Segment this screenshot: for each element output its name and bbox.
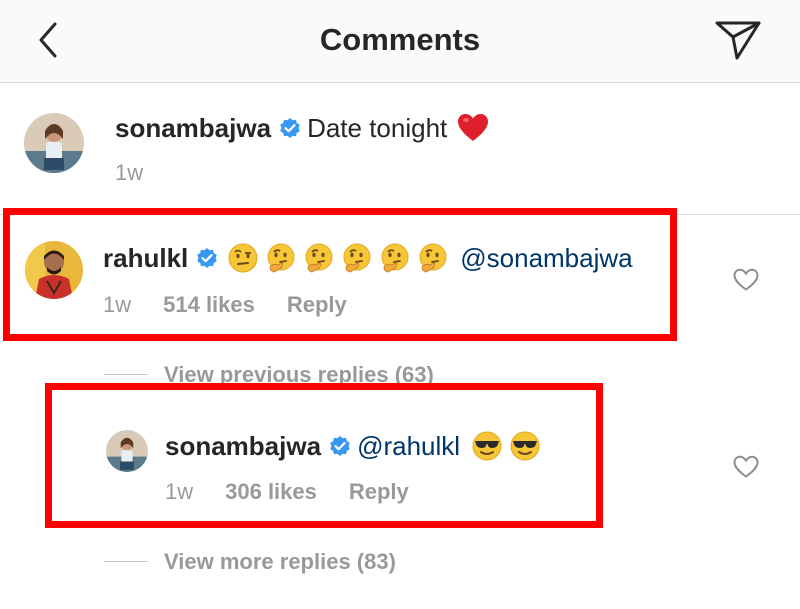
reply-timestamp: 1w: [165, 479, 194, 504]
reply-reply-button[interactable]: Reply: [349, 479, 409, 505]
comment-line: rahulkl @sonambajwa: [103, 243, 633, 273]
thinking-face-emoji-icon: [418, 243, 448, 273]
comment-mention-link[interactable]: @sonambajwa: [460, 244, 632, 273]
caption-line: sonambajwa Date tonight: [115, 113, 497, 143]
thread-line: [104, 561, 148, 562]
share-button[interactable]: [714, 18, 762, 62]
reply-meta: 1w 306 likes Reply: [165, 479, 409, 505]
caption-username[interactable]: sonambajwa: [115, 114, 271, 143]
raised-eyebrow-emoji-icon: [228, 243, 258, 273]
verified-badge-icon: [279, 117, 301, 139]
heart-icon[interactable]: [733, 455, 759, 479]
red-heart-emoji-icon: [457, 113, 489, 143]
divider: [0, 214, 800, 215]
top-bar: Comments: [0, 0, 800, 83]
paper-plane-icon: [715, 21, 761, 60]
avatar[interactable]: [25, 241, 83, 299]
avatar[interactable]: [106, 430, 148, 472]
reply-mention-link[interactable]: @rahulkl: [357, 432, 460, 461]
comment-reply-button[interactable]: Reply: [287, 292, 347, 318]
avatar[interactable]: [24, 113, 84, 173]
thinking-face-emoji-icon: [380, 243, 410, 273]
comment-likes-link[interactable]: 514 likes: [163, 292, 255, 318]
comment-username[interactable]: rahulkl: [103, 244, 188, 273]
view-previous-replies-button[interactable]: View previous replies (63): [164, 362, 434, 388]
verified-badge-icon: [329, 435, 351, 457]
caption-text: Date tonight: [307, 112, 448, 143]
reply-username[interactable]: sonambajwa: [165, 432, 321, 461]
verified-badge-icon: [196, 247, 218, 269]
thinking-face-emoji-icon: [304, 243, 334, 273]
highlight-box-comment: [3, 208, 677, 341]
view-more-replies-button[interactable]: View more replies (83): [164, 549, 396, 575]
thread-line: [104, 374, 148, 375]
reply-line: sonambajwa @rahulkl: [165, 431, 548, 461]
sunglasses-emoji-icon: [472, 431, 502, 461]
caption-meta: 1w: [115, 160, 175, 186]
comment-meta: 1w 514 likes Reply: [103, 292, 347, 318]
thinking-face-emoji-icon: [342, 243, 372, 273]
page-title: Comments: [319, 22, 481, 57]
caption-timestamp: 1w: [115, 160, 144, 185]
comment-timestamp: 1w: [103, 292, 132, 317]
heart-icon[interactable]: [733, 268, 759, 292]
reply-likes-link[interactable]: 306 likes: [225, 479, 317, 505]
thinking-face-emoji-icon: [266, 243, 296, 273]
sunglasses-emoji-icon: [510, 431, 540, 461]
